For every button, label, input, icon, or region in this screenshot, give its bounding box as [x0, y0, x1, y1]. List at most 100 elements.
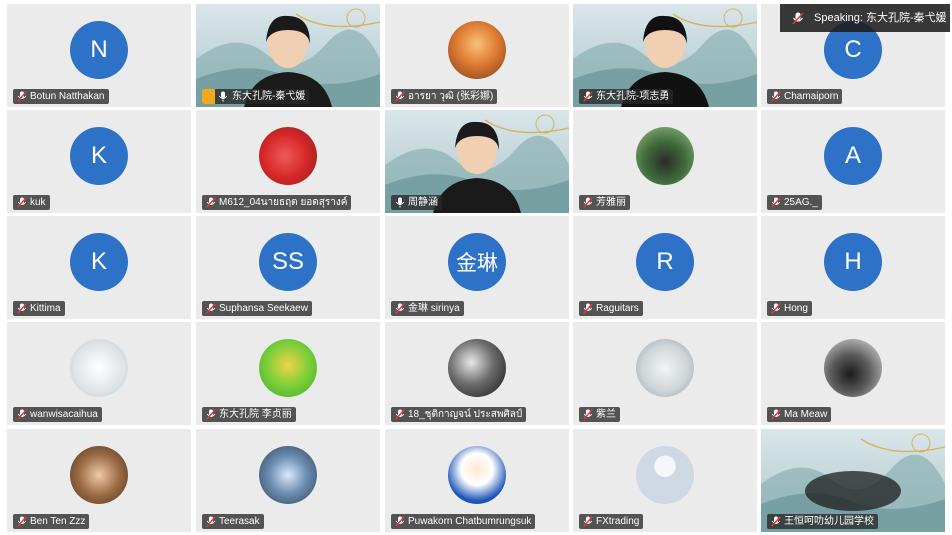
participant-tile[interactable]: 芳雅丽 — [573, 110, 757, 213]
participant-name-label: Raguitars — [579, 301, 643, 316]
avatar: 金琳 — [448, 233, 506, 291]
muted-mic-icon — [206, 197, 216, 208]
avatar: H — [824, 233, 882, 291]
avatar — [636, 446, 694, 504]
muted-mic-icon — [17, 516, 27, 527]
participant-name-label: 芳雅丽 — [579, 195, 630, 210]
participant-tile[interactable]: Ben Ten Zzz — [7, 429, 191, 532]
participant-tile[interactable]: H Hong — [761, 216, 945, 319]
participant-name: Kittima — [30, 303, 61, 314]
avatar — [636, 127, 694, 185]
participant-name-label: 王恒呵叻幼儿园学校 — [767, 514, 878, 529]
muted-mic-icon — [583, 197, 593, 208]
participant-name: M612_04นายธฤต ยอดสุรางค์ — [219, 197, 348, 208]
muted-mic-icon — [17, 303, 27, 314]
speaking-label: Speaking: — [814, 12, 863, 24]
participant-tile[interactable]: A 25AG._ — [761, 110, 945, 213]
participant-name-label: 东大孔院 李贞丽 — [202, 407, 296, 422]
muted-mic-icon — [771, 303, 781, 314]
avatar — [259, 127, 317, 185]
participant-tile[interactable]: K Kittima — [7, 216, 191, 319]
participant-name: Raguitars — [596, 303, 639, 314]
participant-tile[interactable]: Kkuk — [7, 110, 191, 213]
participant-tile[interactable]: 金琳金琳 sirinya — [385, 216, 569, 319]
participant-name-label: Botun Natthakan — [13, 89, 109, 104]
muted-mic-icon — [206, 516, 216, 527]
participant-name-label: Teerasak — [202, 514, 264, 529]
participant-name: kuk — [30, 197, 46, 208]
muted-mic-icon — [206, 303, 216, 314]
participant-tile[interactable]: 东大孔院-秦弋媛 — [196, 4, 380, 107]
avatar — [448, 339, 506, 397]
avatar: N — [70, 21, 128, 79]
muted-mic-icon — [771, 91, 781, 102]
avatar: A — [824, 127, 882, 185]
participant-tile[interactable]: 东大孔院 李贞丽 — [196, 322, 380, 425]
participant-tile[interactable]: wanwisacaihua — [7, 322, 191, 425]
participant-name: 18_ชุติกาญจน์ ประสพศิลป์ — [408, 409, 523, 420]
speaking-name: 东大孔院-秦弋媛 — [866, 12, 947, 24]
participant-name-label: wanwisacaihua — [13, 407, 102, 422]
participant-tile[interactable]: 东大孔院-项志勇 — [573, 4, 757, 107]
participant-tile[interactable]: R Raguitars — [573, 216, 757, 319]
participant-tile[interactable]: Puwakorn Chatbumrungsuk — [385, 429, 569, 532]
participant-name: Ma Meaw — [784, 409, 828, 420]
avatar — [259, 339, 317, 397]
avatar — [70, 339, 128, 397]
participant-name: wanwisacaihua — [30, 409, 98, 420]
host-badge-icon — [202, 89, 215, 104]
muted-mic-icon — [583, 409, 593, 420]
participant-name-label: Puwakorn Chatbumrungsuk — [391, 514, 536, 529]
participant-name-label: FXtrading — [579, 514, 644, 529]
mic-icon — [218, 91, 228, 102]
participant-grid: N Botun Natthakan 东大孔院-秦弋媛 อารยา วุฒิ (张彩娜)… — [0, 0, 952, 535]
participant-tile[interactable]: อารยา วุฒิ (张彩娜) — [385, 4, 569, 107]
participant-name-label: 25AG._ — [767, 195, 822, 210]
muted-mic-icon — [395, 409, 405, 420]
participant-name-label: 东大孔院-秦弋媛 — [202, 89, 310, 104]
participant-name-label: 紫兰 — [579, 407, 620, 422]
participant-name-label: 金琳 sirinya — [391, 301, 464, 316]
participant-name: Ben Ten Zzz — [30, 516, 86, 527]
muted-mic-icon — [206, 409, 216, 420]
avatar — [448, 446, 506, 504]
muted-mic-icon — [583, 516, 593, 527]
muted-mic-icon — [792, 12, 804, 25]
avatar: K — [70, 127, 128, 185]
participant-tile[interactable]: Ma Meaw — [761, 322, 945, 425]
participant-name-label: อารยา วุฒิ (张彩娜) — [391, 89, 498, 104]
participant-tile[interactable]: M612_04นายธฤต ยอดสุรางค์ — [196, 110, 380, 213]
mic-icon — [395, 197, 405, 208]
muted-mic-icon — [583, 91, 593, 102]
muted-mic-icon — [395, 516, 405, 527]
participant-name-label: Suphansa Seekaew — [202, 301, 312, 316]
participant-tile[interactable]: N Botun Natthakan — [7, 4, 191, 107]
participant-name: 紫兰 — [596, 409, 616, 420]
muted-mic-icon — [771, 409, 781, 420]
avatar: SS — [259, 233, 317, 291]
muted-mic-icon — [17, 197, 27, 208]
participant-name: 王恒呵叻幼儿园学校 — [784, 516, 874, 527]
avatar — [448, 21, 506, 79]
participant-name: 金琳 sirinya — [408, 303, 460, 314]
participant-tile[interactable]: SS Suphansa Seekaew — [196, 216, 380, 319]
avatar: K — [70, 233, 128, 291]
muted-mic-icon — [395, 91, 405, 102]
muted-mic-icon — [395, 303, 405, 314]
muted-mic-icon — [583, 303, 593, 314]
participant-name: 芳雅丽 — [596, 197, 626, 208]
avatar — [259, 446, 317, 504]
participant-name-label: 周静涵 — [391, 195, 442, 210]
participant-tile[interactable]: Teerasak — [196, 429, 380, 532]
participant-name: Botun Natthakan — [30, 91, 105, 102]
participant-name-label: M612_04นายธฤต ยอดสุรางค์ — [202, 195, 352, 210]
participant-name: Suphansa Seekaew — [219, 303, 308, 314]
participant-tile[interactable]: FXtrading — [573, 429, 757, 532]
participant-tile[interactable]: 紫兰 — [573, 322, 757, 425]
participant-name-label: 18_ชุติกาญจน์ ประสพศิลป์ — [391, 407, 527, 422]
participant-name: 周静涵 — [408, 197, 438, 208]
participant-name: Hong — [784, 303, 808, 314]
participant-tile[interactable]: 王恒呵叻幼儿园学校 — [761, 429, 945, 532]
participant-tile[interactable]: 周静涵 — [385, 110, 569, 213]
participant-tile[interactable]: 18_ชุติกาญจน์ ประสพศิลป์ — [385, 322, 569, 425]
